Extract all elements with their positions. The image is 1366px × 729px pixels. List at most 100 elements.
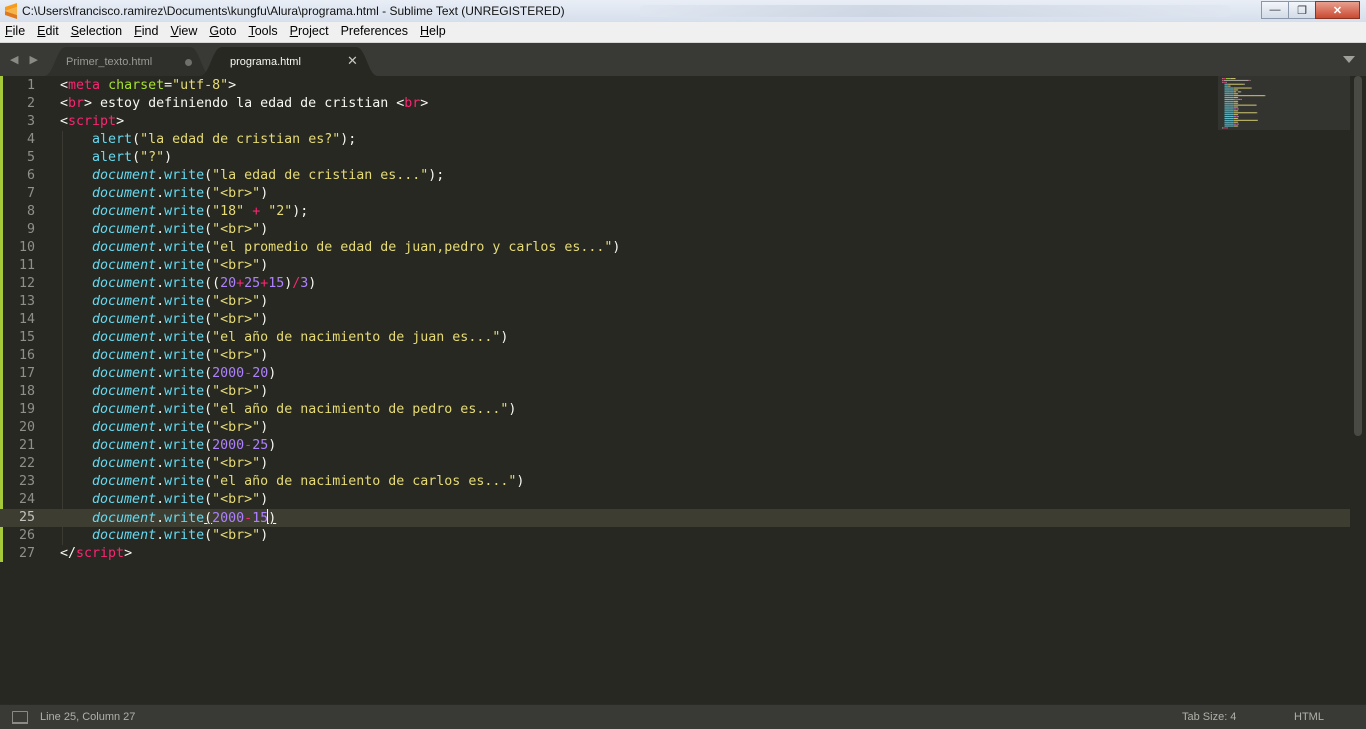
code-text: document.write("<br>") [92,384,269,399]
code-line[interactable]: 4 alert("la edad de cristian es?"); [0,131,1350,149]
code-text: alert("?") [92,150,173,165]
line-number: 17 [18,366,35,381]
menu-tools[interactable]: Tools [244,22,281,42]
tab-close-icon[interactable]: ✕ [347,53,358,69]
line-number: 7 [26,186,35,201]
code-line[interactable]: 2 <br> estoy definiendo la edad de cristi… [0,95,1350,113]
tab-primer-texto[interactable]: Primer_texto.html [44,47,212,76]
syntax-selector[interactable]: HTML [1294,711,1324,723]
code-text: document.write((20+25+15)/3) [92,276,317,291]
close-button[interactable]: ✕ [1315,1,1360,19]
code-line[interactable]: 13 document.write("<br>") [0,293,1350,311]
code-text: document.write(2000-15) [92,509,277,526]
line-number: 10 [18,240,35,255]
code-line[interactable]: 19 document.write("el año de nacimiento … [0,401,1350,419]
line-number: 4 [26,132,35,147]
tab-nav-arrows-icon[interactable]: ◀ ▶ [10,53,42,66]
menu-find[interactable]: Find [130,22,162,42]
code-line[interactable]: 11 document.write("<br>") [0,257,1350,275]
code-line[interactable]: 3 <script> [0,113,1350,131]
code-line[interactable]: 10 document.write("el promedio de edad d… [0,239,1350,257]
line-number: 16 [18,348,35,363]
code-text: document.write("<br>") [92,294,269,309]
line-number: 2 [26,96,35,111]
code-line[interactable]: 12 document.write((20+25+15)/3) [0,275,1350,293]
status-bar: Line 25, Column 27 Tab Size: 4 HTML [0,704,1366,729]
line-number: 22 [18,456,35,471]
maximize-button[interactable]: ❐ [1288,1,1316,19]
sublime-app-icon [5,3,17,19]
code-line[interactable]: 15 document.write("el año de nacimiento … [0,329,1350,347]
line-number: 19 [18,402,35,417]
code-line[interactable]: 27 </script> [0,545,1350,563]
title-bar-gloss [640,5,1230,17]
code-text: document.write("18" + "2"); [92,204,309,219]
code-line[interactable]: 1 <meta charset="utf-8"> [0,77,1350,95]
code-text: document.write("el año de nacimiento de … [92,330,509,345]
code-line[interactable]: 17 document.write(2000-20) [0,365,1350,383]
code-line[interactable]: 14 document.write("<br>") [0,311,1350,329]
line-number: 13 [18,294,35,309]
line-number: 15 [18,330,35,345]
code-text: document.write("<br>") [92,312,269,327]
menu-file[interactable]: File [1,22,29,42]
code-line[interactable]: 24 document.write("<br>") [0,491,1350,509]
code-line[interactable]: 9 document.write("<br>") [0,221,1350,239]
menu-selection[interactable]: Selection [67,22,126,42]
menu-help[interactable]: Help [416,22,450,42]
code-text: document.write("el promedio de edad de j… [92,240,621,255]
minimize-button[interactable]: — [1261,1,1289,19]
menu-view[interactable]: View [166,22,201,42]
code-line[interactable]: 26 document.write("<br>") [0,527,1350,545]
code-editor[interactable]: 1 <meta charset="utf-8"> 2 <br> estoy defin… [0,76,1366,704]
code-line[interactable]: 22 document.write("<br>") [0,455,1350,473]
line-number: 3 [26,114,35,129]
window-title: C:\Users\francisco.ramirez\Documents\kun… [22,4,565,18]
menu-edit[interactable]: Edit [33,22,63,42]
code-line[interactable]: 25 document.write(2000-15) [0,509,1350,527]
tab-list-dropdown-icon[interactable] [1343,56,1355,63]
code-text: document.write(2000-20) [92,366,277,381]
code-text: document.write("<br>") [92,456,269,471]
line-number: 8 [26,204,35,219]
line-number: 11 [18,258,35,273]
tab-programa[interactable]: programa.html ✕ [200,47,378,76]
code-text: document.write("el año de nacimiento de … [92,474,525,489]
code-text: document.write("<br>") [92,492,269,507]
menu-project[interactable]: Project [286,22,333,42]
line-number: 25 [18,510,35,525]
code-line[interactable]: 23 document.write("el año de nacimiento … [0,473,1350,491]
line-number: 1 [26,78,35,93]
line-number: 14 [18,312,35,327]
line-number: 24 [18,492,35,507]
code-text: <meta charset="utf-8"> [60,78,237,93]
line-number: 5 [26,150,35,165]
code-text: document.write("el año de nacimiento de … [92,402,517,417]
line-number: 18 [18,384,35,399]
console-toggle-icon[interactable] [12,711,28,724]
code-line[interactable]: 6 document.write("la edad de cristian es… [0,167,1350,185]
code-text: document.write("<br>") [92,258,269,273]
minimap-viewport[interactable] [1218,76,1350,130]
unsaved-dot-icon[interactable] [185,59,192,66]
code-line[interactable]: 16 document.write("<br>") [0,347,1350,365]
code-text: document.write("<br>") [92,348,269,363]
line-number: 6 [26,168,35,183]
cursor-position: Line 25, Column 27 [40,711,136,723]
code-line[interactable]: 18 document.write("<br>") [0,383,1350,401]
line-number: 20 [18,420,35,435]
menu-preferences[interactable]: Preferences [337,22,412,42]
vertical-scrollbar[interactable] [1354,76,1362,436]
tab-size-selector[interactable]: Tab Size: 4 [1182,711,1236,723]
code-text: document.write("<br>") [92,528,269,543]
menu-goto[interactable]: Goto [205,22,240,42]
code-line[interactable]: 7 document.write("<br>") [0,185,1350,203]
code-line[interactable]: 21 document.write(2000-25) [0,437,1350,455]
code-line[interactable]: 8 document.write("18" + "2"); [0,203,1350,221]
tab-bar: ◀ ▶ Primer_texto.html programa.html ✕ [0,43,1366,76]
code-text: <br> estoy definiendo la edad de cristia… [60,96,429,111]
code-line[interactable]: 5 alert("?") [0,149,1350,167]
code-line[interactable]: 20 document.write("<br>") [0,419,1350,437]
line-number: 12 [18,276,35,291]
tab-label: programa.html [230,56,301,68]
